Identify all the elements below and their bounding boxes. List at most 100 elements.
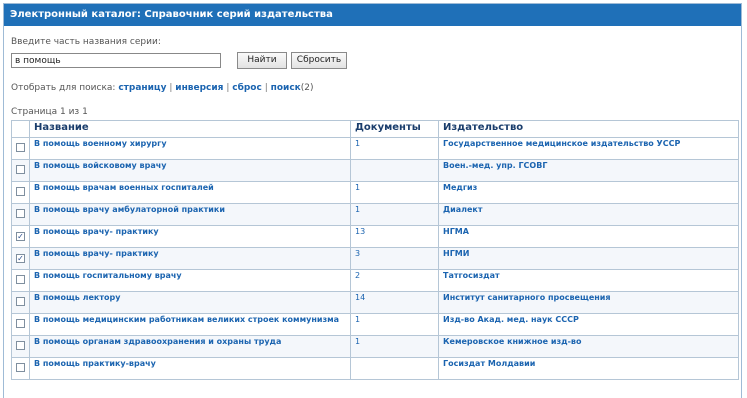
row-checkbox-cell (11, 357, 30, 380)
row-checkbox-cell (11, 203, 30, 226)
search-input[interactable] (11, 53, 221, 68)
row-checkbox[interactable] (16, 142, 25, 152)
documents-count (350, 159, 439, 182)
series-name-cell: В помощь органам здравоохранения и охран… (29, 335, 351, 358)
filter-link-reset[interactable]: сброс (232, 83, 262, 93)
page-indicator: Страница 1 из 1 (11, 107, 88, 117)
publisher-link[interactable]: Кемеровское книжное изд-во (443, 337, 581, 346)
table-row: В помощь госпитальному врачу 2 Татгосиздат (11, 269, 739, 292)
documents-count (350, 357, 439, 380)
publisher-link[interactable]: Государственное медицинское издательство… (443, 139, 680, 148)
header-publisher[interactable]: Издательство (438, 120, 739, 138)
row-checkbox[interactable] (16, 164, 25, 174)
row-checkbox[interactable]: ✓ (16, 231, 25, 241)
publisher-link[interactable]: Диалект (443, 205, 482, 214)
row-checkbox-cell (11, 313, 30, 336)
series-name-cell: В помощь врачам военных госпиталей (29, 181, 351, 204)
publisher-cell: Госиздат Молдавии (438, 357, 739, 380)
row-checkbox[interactable] (16, 274, 25, 284)
row-checkbox[interactable] (16, 318, 25, 328)
filter-row: Отобрать для поиска: страницу | инверсия… (11, 83, 314, 93)
publisher-link[interactable]: НГМА (443, 227, 469, 236)
filter-link-inverse[interactable]: инверсия (175, 83, 223, 93)
row-checkbox-cell (11, 181, 30, 204)
publisher-link[interactable]: Медгиз (443, 183, 477, 192)
publisher-link[interactable]: НГМИ (443, 249, 469, 258)
series-table: Название Документы Издательство В помощь… (11, 120, 739, 380)
row-checkbox[interactable] (16, 362, 25, 372)
documents-count: 3 (350, 247, 439, 270)
documents-count: 1 (350, 181, 439, 204)
publisher-link[interactable]: Изд-во Акад. мед. наук СССР (443, 315, 579, 324)
publisher-cell: Воен.-мед. упр. ГСОВГ (438, 159, 739, 182)
filter-link-search-label: поиск (270, 83, 301, 93)
series-name-cell: В помощь госпитальному врачу (29, 269, 351, 292)
row-checkbox-cell (11, 159, 30, 182)
table-row: В помощь органам здравоохранения и охран… (11, 335, 739, 358)
filter-link-page[interactable]: страницу (118, 83, 166, 93)
filter-link-search[interactable]: поиск(2) (271, 83, 314, 93)
series-name-cell: В помощь военному хирургу (29, 137, 351, 160)
series-name-link[interactable]: В помощь медицинским работникам великих … (34, 315, 346, 325)
publisher-link[interactable]: Воен.-мед. упр. ГСОВГ (443, 161, 547, 170)
series-name-link[interactable]: В помощь врачу- практику (34, 249, 346, 259)
publisher-cell: Кемеровское книжное изд-во (438, 335, 739, 358)
documents-count: 1 (350, 313, 439, 336)
series-name-link[interactable]: В помощь практику-врачу (34, 359, 346, 369)
table-row: ✓ В помощь врачу- практику 3 НГМИ (11, 247, 739, 270)
publisher-cell: Медгиз (438, 181, 739, 204)
documents-count: 1 (350, 203, 439, 226)
series-name-link[interactable]: В помощь войсковому врачу (34, 161, 346, 171)
table-header-row: Название Документы Издательство (11, 120, 739, 138)
documents-count: 2 (350, 269, 439, 292)
separator: | (264, 83, 268, 93)
series-name-link[interactable]: В помощь военному хирургу (34, 139, 346, 149)
table-row: ✓ В помощь врачу- практику 13 НГМА (11, 225, 739, 248)
series-name-cell: В помощь войсковому врачу (29, 159, 351, 182)
catalog-window: Электронный каталог: Справочник серий из… (3, 3, 742, 398)
row-checkbox[interactable] (16, 208, 25, 218)
table-row: В помощь войсковому врачу Воен.-мед. упр.… (11, 159, 739, 182)
series-name-link[interactable]: В помощь врачу- практику (34, 227, 346, 237)
publisher-cell: Государственное медицинское издательство… (438, 137, 739, 160)
row-checkbox[interactable]: ✓ (16, 253, 25, 263)
series-name-cell: В помощь медицинским работникам великих … (29, 313, 351, 336)
series-name-cell: В помощь врачу- практику (29, 247, 351, 270)
row-checkbox-cell: ✓ (11, 225, 30, 248)
row-checkbox[interactable] (16, 340, 25, 350)
series-name-cell: В помощь лектору (29, 291, 351, 314)
find-button[interactable]: Найти (237, 52, 287, 69)
row-checkbox-cell (11, 269, 30, 292)
publisher-cell: Диалект (438, 203, 739, 226)
series-name-link[interactable]: В помощь органам здравоохранения и охран… (34, 337, 346, 347)
row-checkbox-cell (11, 335, 30, 358)
publisher-cell: НГМА (438, 225, 739, 248)
publisher-link[interactable]: Госиздат Молдавии (443, 359, 535, 368)
row-checkbox-cell: ✓ (11, 247, 30, 270)
publisher-cell: НГМИ (438, 247, 739, 270)
header-checkbox-col (11, 120, 30, 138)
series-name-link[interactable]: В помощь врачу амбулаторной практики (34, 205, 346, 215)
table-row: В помощь медицинским работникам великих … (11, 313, 739, 336)
series-name-link[interactable]: В помощь госпитальному врачу (34, 271, 346, 281)
row-checkbox[interactable] (16, 186, 25, 196)
publisher-cell: Татгосиздат (438, 269, 739, 292)
row-checkbox-cell (11, 137, 30, 160)
filter-search-count: (2) (300, 83, 314, 93)
documents-count: 1 (350, 137, 439, 160)
reset-button[interactable]: Сбросить (291, 52, 347, 69)
series-name-cell: В помощь врачу- практику (29, 225, 351, 248)
publisher-cell: Изд-во Акад. мед. наук СССР (438, 313, 739, 336)
header-documents[interactable]: Документы (350, 120, 439, 138)
publisher-link[interactable]: Институт санитарного просвещения (443, 293, 611, 302)
series-name-link[interactable]: В помощь врачам военных госпиталей (34, 183, 346, 193)
series-name-cell: В помощь практику-врачу (29, 357, 351, 380)
documents-count: 1 (350, 335, 439, 358)
publisher-link[interactable]: Татгосиздат (443, 271, 500, 280)
row-checkbox[interactable] (16, 296, 25, 306)
series-name-link[interactable]: В помощь лектору (34, 293, 346, 303)
search-label: Введите часть названия серии: (11, 37, 161, 47)
header-name[interactable]: Название (29, 120, 351, 138)
documents-count: 14 (350, 291, 439, 314)
table-row: В помощь лектору 14 Институт санитарного п… (11, 291, 739, 314)
